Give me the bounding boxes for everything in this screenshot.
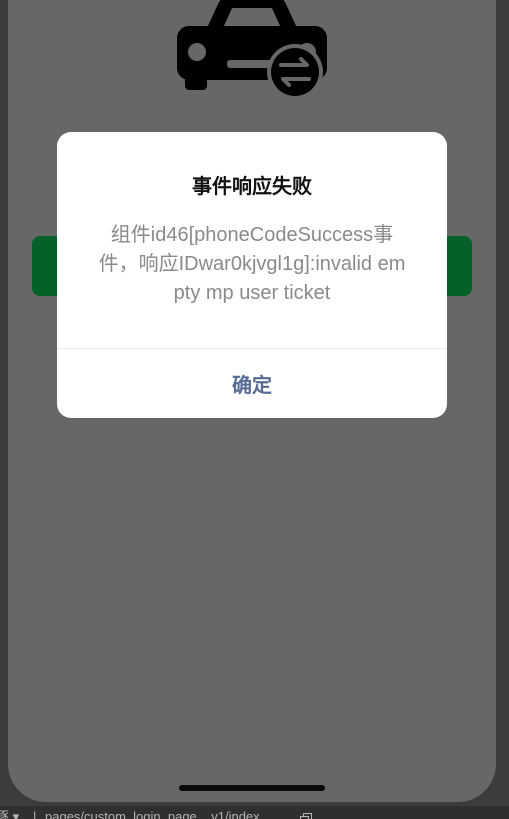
status-bar-separator: | — [33, 809, 37, 819]
status-bar: 逐 ▾ | pages/custom_login_page__v1/index — [0, 806, 509, 819]
status-bar-lead: 逐 ▾ — [0, 809, 20, 819]
copy-icon[interactable] — [300, 813, 312, 819]
devtools-simulator-frame: 事件响应失败 组件id46[phoneCodeSuccess事件，响应IDwar… — [0, 0, 509, 819]
home-indicator — [179, 785, 325, 791]
dialog-title: 事件响应失败 — [192, 176, 312, 198]
dialog-message: 组件id46[phoneCodeSuccess事件，响应IDwar0kjvgl1… — [98, 224, 406, 304]
confirm-button[interactable]: 确定 — [57, 349, 447, 418]
error-dialog: 事件响应失败 组件id46[phoneCodeSuccess事件，响应IDwar… — [57, 132, 447, 418]
page-path[interactable]: pages/custom_login_page__v1/index — [45, 806, 260, 819]
car-swap-icon — [177, 0, 327, 100]
